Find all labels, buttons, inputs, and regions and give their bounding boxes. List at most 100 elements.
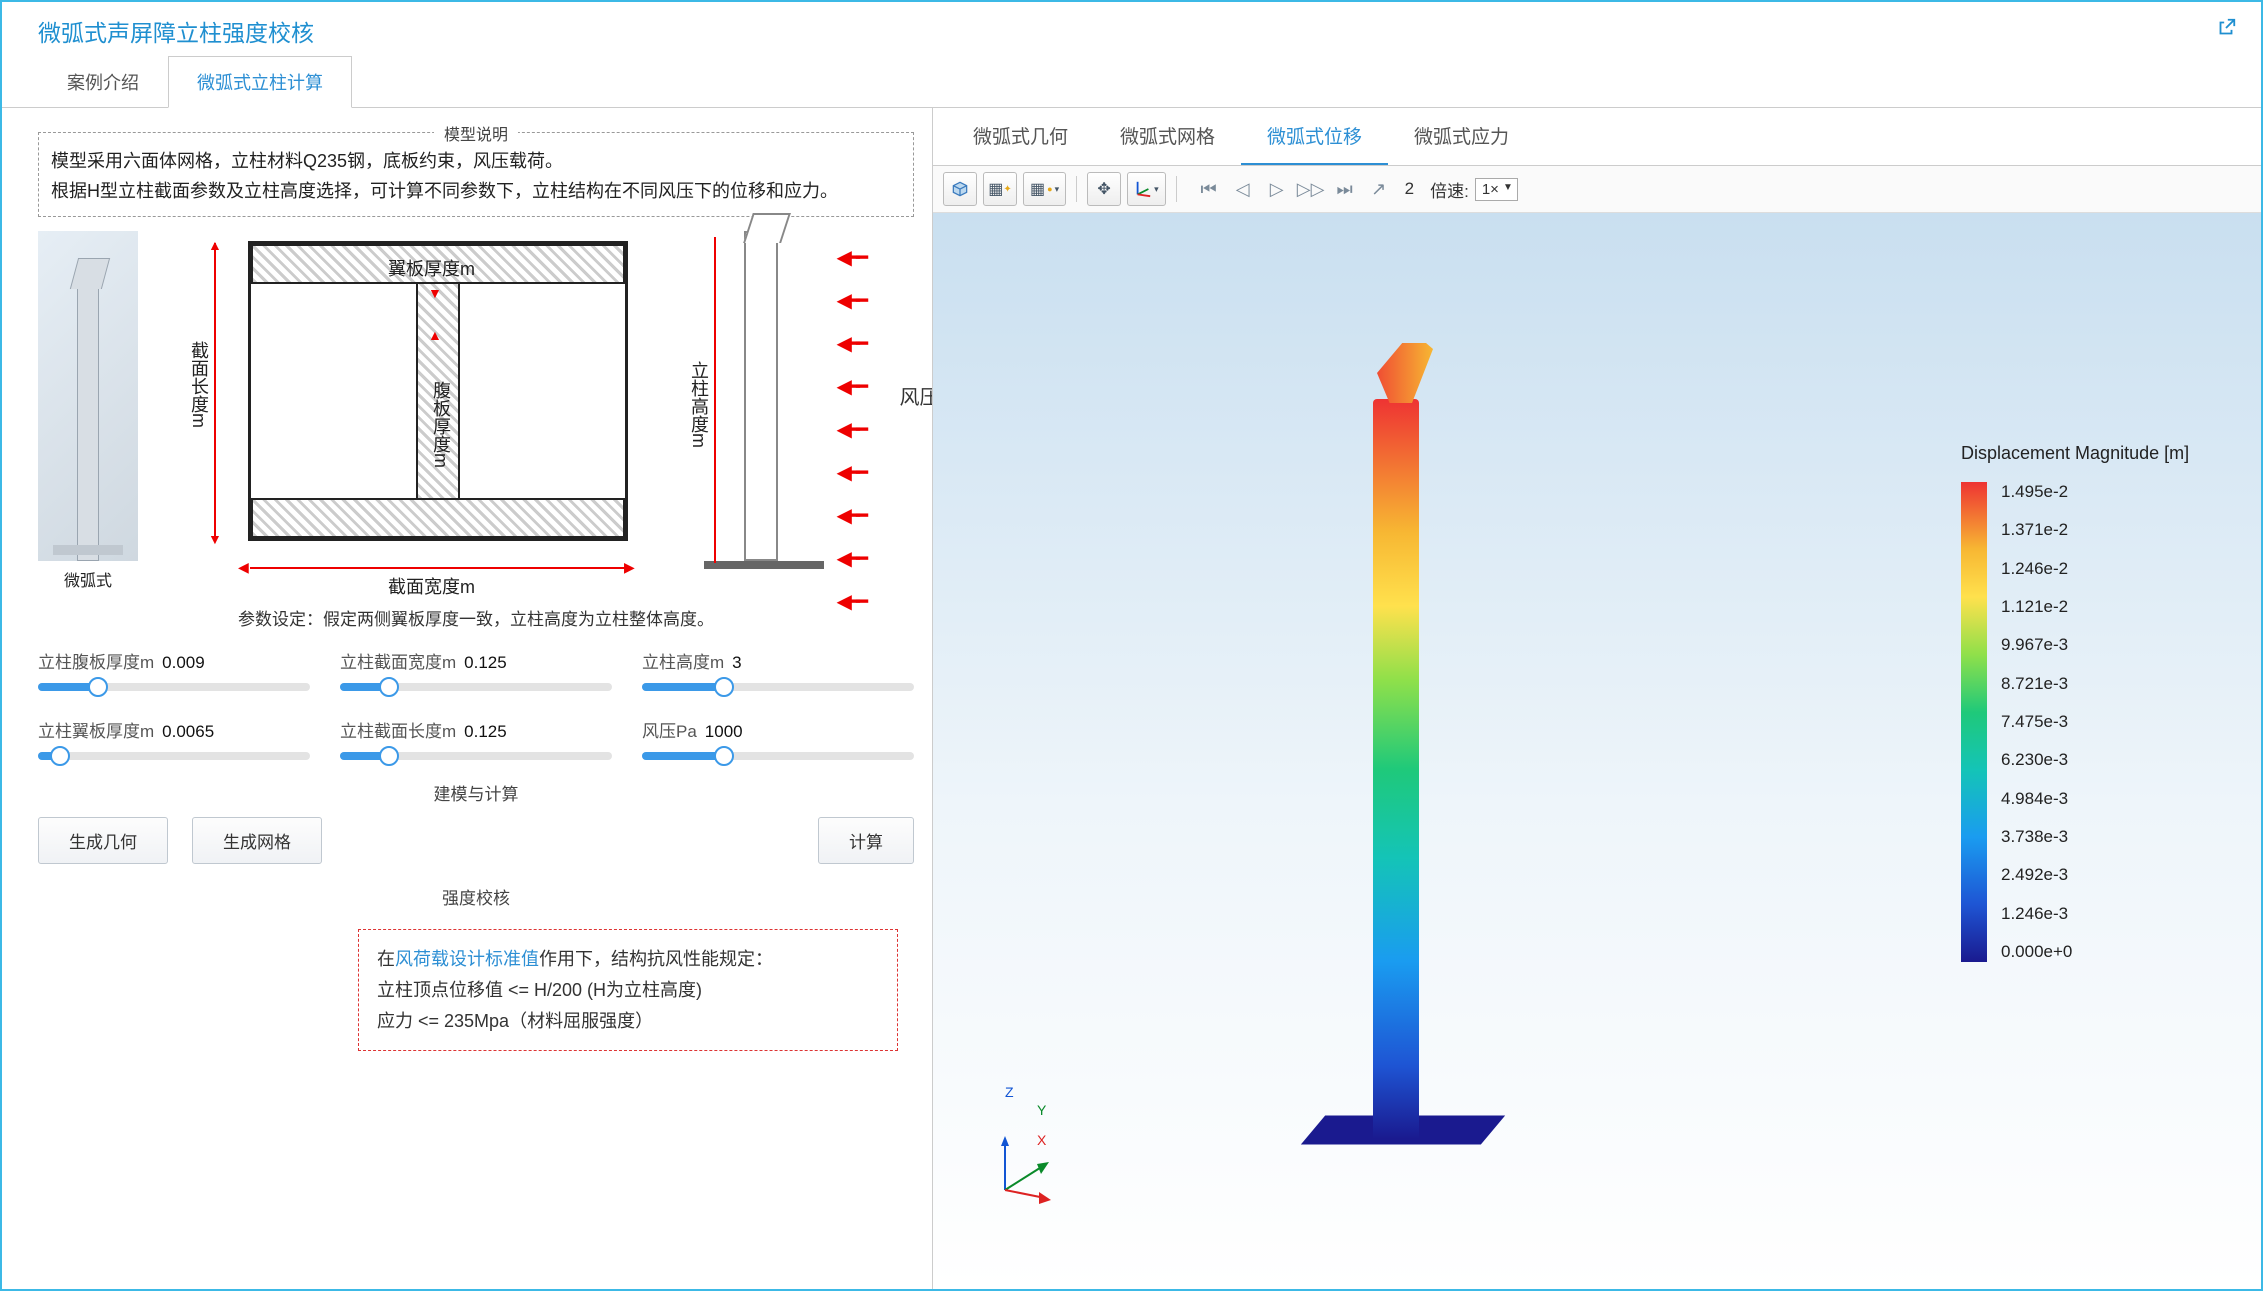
slider-thumb-2[interactable] xyxy=(714,677,734,697)
slider-thumb-0[interactable] xyxy=(88,677,108,697)
slider-track-1[interactable] xyxy=(340,683,612,691)
wind-load-standard-link[interactable]: 风荷载设计标准值 xyxy=(395,949,539,969)
generate-geometry-button[interactable]: 生成几何 xyxy=(38,817,168,864)
page-title: 微弧式声屏障立柱强度校核 xyxy=(38,14,314,48)
generate-mesh-button[interactable]: 生成网格 xyxy=(192,817,322,864)
strength-line3: 应力 <= 235Mpa（材料屈服强度） xyxy=(377,1006,879,1037)
slider-2: 立柱高度m 3 xyxy=(642,648,914,691)
model-description-legend: 模型说明 xyxy=(434,121,518,145)
build-section-legend: 建模与计算 xyxy=(38,780,914,805)
colorbar-tick-11: 1.246e-3 xyxy=(2001,904,2072,924)
slider-value-1: 0.125 xyxy=(464,653,507,673)
player-frame-number: 2 xyxy=(1405,179,1414,199)
grid-options-icon[interactable]: ▦●▾ xyxy=(1023,172,1066,206)
axes-orientation-icon[interactable]: ▾ xyxy=(1127,172,1166,206)
move-icon[interactable]: ✥ xyxy=(1087,172,1121,206)
slider-value-4: 0.125 xyxy=(464,722,507,742)
column-thumbnail-label: 微弧式 xyxy=(38,567,138,591)
label-web-thickness: 腹板厚度m xyxy=(428,381,454,468)
slider-thumb-4[interactable] xyxy=(379,746,399,766)
colorbar-tick-3: 1.121e-2 xyxy=(2001,597,2072,617)
player-speed-label: 倍速: xyxy=(1430,177,1469,202)
label-section-width: 截面宽度m xyxy=(388,573,475,599)
viz-tab-displacement[interactable]: 微弧式位移 xyxy=(1241,108,1388,165)
colorbar-tick-10: 2.492e-3 xyxy=(2001,865,2072,885)
slider-label-3: 立柱翼板厚度m xyxy=(38,717,154,742)
colorbar-tick-5: 8.721e-3 xyxy=(2001,674,2072,694)
colorbar-tick-6: 7.475e-3 xyxy=(2001,712,2072,732)
label-wind-pressure: 风压Pa xyxy=(900,381,932,410)
viz-tab-mesh[interactable]: 微弧式网格 xyxy=(1094,108,1241,165)
slider-thumb-3[interactable] xyxy=(50,746,70,766)
player-prev-icon[interactable]: ◁ xyxy=(1229,175,1257,203)
axis-triad: Z Y X xyxy=(989,1136,1059,1209)
label-section-length: 截面长度m xyxy=(186,341,212,428)
strength-section-legend: 强度校核 xyxy=(38,884,914,909)
colorbar-gradient xyxy=(1961,482,1987,962)
strength-line1a: 在 xyxy=(377,949,395,969)
player-first-icon[interactable]: ⏮ xyxy=(1195,175,1223,203)
viz-toolbar: ▦✦ ▦●▾ ✥ ▾ ⏮ ◁ ▷ ▷▷ ⏭ ↗ 2 倍速: 1× xyxy=(933,166,2261,213)
slider-label-4: 立柱截面长度m xyxy=(340,717,456,742)
open-external-icon[interactable] xyxy=(2215,17,2237,45)
player-next-icon[interactable]: ▷▷ xyxy=(1297,175,1325,203)
tab-arc-column-calc[interactable]: 微弧式立柱计算 xyxy=(168,56,352,108)
model-description-line1: 模型采用六面体网格，立柱材料Q235钢，底板约束，风压载荷。 xyxy=(51,147,901,177)
viz-tab-stress[interactable]: 微弧式应力 xyxy=(1388,108,1535,165)
slider-3: 立柱翼板厚度m 0.0065 xyxy=(38,717,310,760)
column-tip-render xyxy=(1363,343,1433,403)
tab-case-intro[interactable]: 案例介绍 xyxy=(38,56,168,107)
colorbar-tick-8: 4.984e-3 xyxy=(2001,789,2072,809)
strength-check-box: 在风荷载设计标准值作用下，结构抗风性能规定： 立柱顶点位移值 <= H/200 … xyxy=(358,929,898,1051)
colorbar-tick-7: 6.230e-3 xyxy=(2001,750,2072,770)
strength-line1b: 作用下，结构抗风性能规定： xyxy=(539,949,773,969)
slider-1: 立柱截面宽度m 0.125 xyxy=(340,648,612,691)
axis-y-label: Y xyxy=(1037,1102,1046,1118)
player-export-icon[interactable]: ↗ xyxy=(1365,175,1393,203)
slider-track-4[interactable] xyxy=(340,752,612,760)
slider-value-2: 3 xyxy=(732,653,741,673)
slider-0: 立柱腹板厚度m 0.009 xyxy=(38,648,310,691)
slider-track-3[interactable] xyxy=(38,752,310,760)
colorbar-tick-9: 3.738e-3 xyxy=(2001,827,2072,847)
model-description-line2: 根据H型立柱截面参数及立柱高度选择，可计算不同参数下，立柱结构在不同风压下的位移… xyxy=(51,177,901,207)
axis-x-label: X xyxy=(1037,1132,1046,1148)
colorbar-tick-0: 1.495e-2 xyxy=(2001,482,2072,502)
slider-track-0[interactable] xyxy=(38,683,310,691)
strength-line2: 立柱顶点位移值 <= H/200 (H为立柱高度) xyxy=(377,975,879,1006)
main-tabs: 案例介绍 微弧式立柱计算 xyxy=(2,56,2261,108)
colorbar-legend: Displacement Magnitude [m] 1.495e-2 1.371… xyxy=(1961,443,2221,962)
label-column-height: 立柱高度m xyxy=(686,361,712,448)
colorbar-tick-12: 0.000e+0 xyxy=(2001,942,2072,962)
player-speed-select[interactable]: 1× xyxy=(1475,178,1518,201)
colorbar-tick-2: 1.246e-2 xyxy=(2001,559,2072,579)
player-play-icon[interactable]: ▷ xyxy=(1263,175,1291,203)
slider-thumb-1[interactable] xyxy=(379,677,399,697)
colorbar-title: Displacement Magnitude [m] xyxy=(1961,443,2221,464)
grid-light-icon[interactable]: ▦✦ xyxy=(983,172,1017,206)
axis-z-label: Z xyxy=(1005,1084,1014,1100)
viz-tabs: 微弧式几何 微弧式网格 微弧式位移 微弧式应力 xyxy=(933,108,2261,166)
slider-track-5[interactable] xyxy=(642,752,914,760)
slider-track-2[interactable] xyxy=(642,683,914,691)
colorbar-tick-1: 1.371e-2 xyxy=(2001,520,2072,540)
player-last-icon[interactable]: ⏭ xyxy=(1331,175,1359,203)
slider-label-5: 风压Pa xyxy=(642,717,697,742)
column-body-render xyxy=(1373,399,1419,1139)
slider-4: 立柱截面长度m 0.125 xyxy=(340,717,612,760)
view-cube-icon[interactable] xyxy=(943,172,977,206)
slider-label-0: 立柱腹板厚度m xyxy=(38,648,154,673)
viz-tab-geometry[interactable]: 微弧式几何 xyxy=(947,108,1094,165)
result-canvas[interactable]: Z Y X Displacement Magnitude [m] 1.495e-… xyxy=(933,213,2261,1289)
slider-label-2: 立柱高度m xyxy=(642,648,724,673)
slider-thumb-5[interactable] xyxy=(714,746,734,766)
h-section-diagram: 翼板厚度m ▼ ▲ 腹板厚度m ▲ ▼ 截面长度m ◀ ▶ 截面宽度m xyxy=(158,231,654,591)
compute-button[interactable]: 计算 xyxy=(818,817,914,864)
slider-value-3: 0.0065 xyxy=(162,722,214,742)
column-load-diagram: 立柱高度m ◀━━◀━━◀━━◀━━◀━━◀━━◀━━◀━━◀━━ 风压Pa xyxy=(674,231,914,591)
colorbar-tick-4: 9.967e-3 xyxy=(2001,635,2072,655)
param-setting-note: 参数设定：假定两侧翼板厚度一致，立柱高度为立柱整体高度。 xyxy=(38,605,914,630)
column-thumbnail xyxy=(38,231,138,561)
slider-value-0: 0.009 xyxy=(162,653,205,673)
slider-5: 风压Pa 1000 xyxy=(642,717,914,760)
